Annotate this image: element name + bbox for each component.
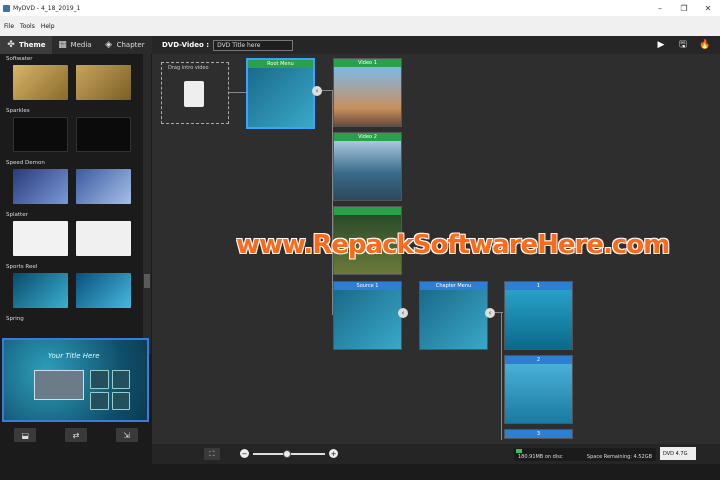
- node-video-1[interactable]: Video 1: [333, 58, 402, 127]
- zoom-out-button[interactable]: −: [240, 449, 249, 458]
- theme-thumb[interactable]: [76, 221, 131, 256]
- node-chapter-1[interactable]: 1: [504, 281, 573, 350]
- zoom-slider[interactable]: [253, 449, 325, 458]
- zoom-in-button[interactable]: +: [329, 449, 338, 458]
- theme-softwater[interactable]: Softwater: [0, 54, 144, 106]
- play-icon[interactable]: ▶: [652, 38, 670, 52]
- left-panel: ✤ Theme ▦ Media ◈ Chapter Softwater Sparkle…: [0, 36, 152, 480]
- theme-thumb[interactable]: [76, 169, 131, 204]
- theme-thumb[interactable]: [76, 65, 131, 100]
- swap-button[interactable]: ⇄: [64, 428, 87, 442]
- theme-scrollbar[interactable]: [143, 54, 151, 354]
- status-bar: ⛶ − + 180.91MB on disc Space Remaining: …: [152, 444, 720, 464]
- top-bar: DVD-Video : DVD Title here ▶ 🖫 🔥: [152, 36, 720, 54]
- node-chapter-2[interactable]: 2: [504, 355, 573, 424]
- disc-usage-meter: 180.91MB on disc Space Remaining: 4.52GB: [514, 448, 656, 461]
- disc-type-select[interactable]: DVD 4.7G: [660, 447, 696, 460]
- menu-help[interactable]: Help: [41, 23, 55, 30]
- theme-icon: ✤: [7, 40, 15, 50]
- drop-intro-video[interactable]: Drag intro video: [161, 62, 229, 124]
- project-label: DVD-Video :: [162, 41, 210, 49]
- theme-thumb[interactable]: [76, 273, 131, 308]
- zoom-knob[interactable]: [283, 449, 291, 458]
- tab-media[interactable]: ▦ Media: [52, 36, 98, 54]
- layers-icon: ◈: [105, 40, 113, 50]
- film-icon: ▦: [58, 40, 67, 50]
- theme-list: Softwater Sparkles Speed Demon Splatter: [0, 54, 144, 354]
- export-button[interactable]: ⇲: [115, 428, 138, 442]
- theme-thumb[interactable]: [13, 117, 68, 152]
- file-icon: [184, 81, 204, 107]
- title-bar: MyDVD - 4_18_2019_1 – ❐ ✕: [0, 0, 720, 16]
- tab-theme[interactable]: ✤ Theme: [0, 36, 52, 54]
- node-chapter-3[interactable]: 3: [504, 429, 573, 439]
- node-source-1[interactable]: Source 1: [333, 281, 402, 350]
- theme-thumb[interactable]: [13, 273, 68, 308]
- theme-speed-demon[interactable]: Speed Demon: [0, 158, 144, 210]
- node-video-2[interactable]: Video 2: [333, 132, 402, 201]
- menu-tools[interactable]: Tools: [20, 23, 35, 30]
- theme-sports-reel[interactable]: Sports Reel: [0, 262, 144, 314]
- theme-thumb[interactable]: [13, 221, 68, 256]
- burn-icon[interactable]: 🔥: [696, 38, 714, 52]
- bottom-strip: [0, 464, 720, 480]
- tab-chapter[interactable]: ◈ Chapter: [98, 36, 151, 54]
- preview-title: Your Title Here: [48, 352, 100, 360]
- node-root-menu[interactable]: Root Menu: [246, 58, 315, 129]
- theme-preview: Your Title Here: [2, 338, 149, 422]
- minimize-button[interactable]: –: [648, 0, 672, 16]
- scroll-thumb[interactable]: [144, 274, 150, 288]
- menu-bar: File Tools Help: [0, 16, 720, 36]
- collapse-toggle[interactable]: ‹: [485, 308, 495, 318]
- preview-frame: [34, 370, 84, 400]
- dvd-title-input[interactable]: DVD Title here: [213, 39, 294, 51]
- main-area: DVD-Video : DVD Title here ▶ 🖫 🔥 Drag in…: [152, 36, 720, 480]
- zoom-control: − +: [240, 449, 338, 458]
- menu-flow-canvas[interactable]: Drag intro video Root Menu ‹ Video 1 Vid…: [156, 56, 716, 440]
- collapse-toggle[interactable]: ‹: [312, 86, 322, 96]
- theme-thumb[interactable]: [13, 169, 68, 204]
- maximize-button[interactable]: ❐: [672, 0, 696, 16]
- theme-sparkles[interactable]: Sparkles: [0, 106, 144, 158]
- app-icon: [3, 4, 10, 12]
- fit-view-button[interactable]: ⛶: [204, 448, 220, 460]
- menu-file[interactable]: File: [4, 23, 14, 30]
- theme-thumb[interactable]: [13, 65, 68, 100]
- theme-splatter[interactable]: Splatter: [0, 210, 144, 262]
- apply-theme-button[interactable]: ⬓: [14, 428, 37, 442]
- node-chapter-menu[interactable]: Chapter Menu: [419, 281, 488, 350]
- watermark-text: www.RepackSoftwareHere.com: [236, 230, 670, 260]
- window-title: MyDVD - 4_18_2019_1: [13, 4, 81, 12]
- collapse-toggle[interactable]: ‹: [398, 308, 408, 318]
- close-button[interactable]: ✕: [696, 0, 720, 16]
- save-icon[interactable]: 🖫: [674, 38, 692, 52]
- theme-thumb[interactable]: [76, 117, 131, 152]
